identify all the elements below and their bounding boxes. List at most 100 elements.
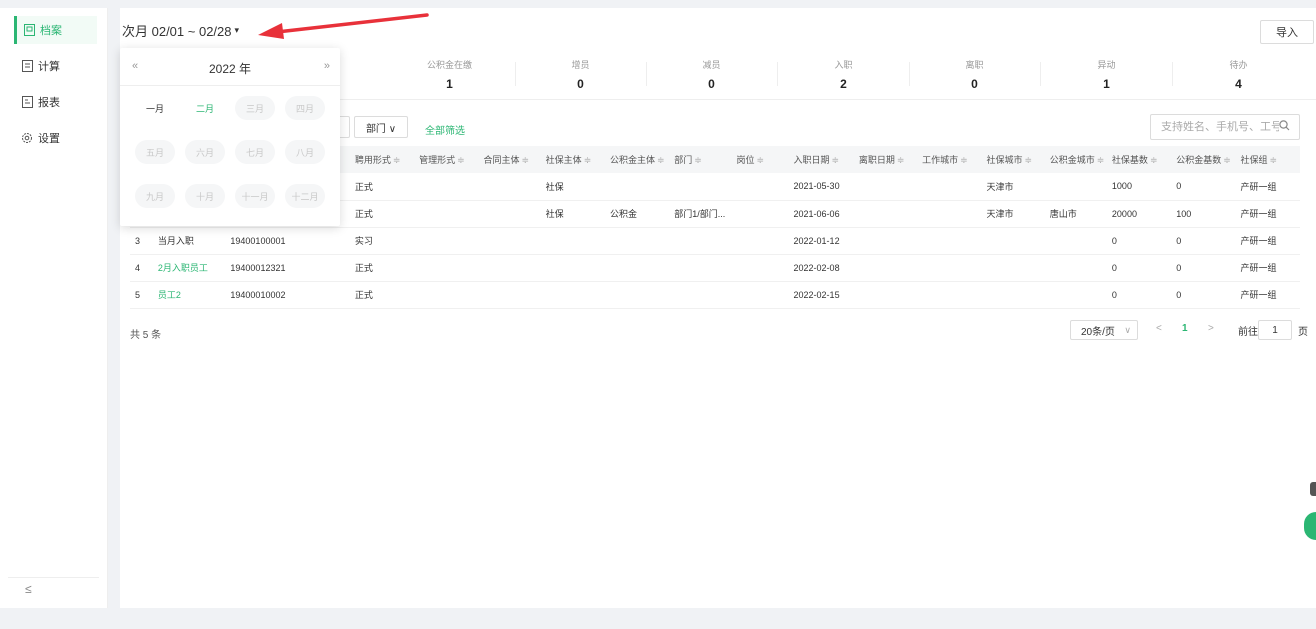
- header-work-city[interactable]: 工作城市 ≑: [917, 146, 981, 173]
- header-join-date[interactable]: 入职日期 ≑: [789, 146, 854, 173]
- month-option: 六月: [185, 140, 225, 164]
- cell-hf-city: [1045, 254, 1107, 281]
- sidebar-item-label: 报表: [38, 97, 60, 109]
- department-filter[interactable]: 部门 ∨: [354, 116, 408, 138]
- cell-hf-subject: [605, 254, 669, 281]
- sidebar-divider: [8, 577, 99, 578]
- cell-group: 产研一组: [1240, 236, 1277, 246]
- filter-select-partial[interactable]: [340, 116, 350, 138]
- stat-resign[interactable]: 离职 0: [909, 58, 1040, 91]
- stat-reduce[interactable]: 减员 0: [646, 58, 777, 91]
- sort-icon[interactable]: ≑: [457, 155, 465, 165]
- stat-housing-fund[interactable]: 公积金在缴 1: [384, 58, 515, 91]
- header-social-security-subject[interactable]: 社保主体 ≑: [541, 146, 605, 173]
- stat-value: 2: [840, 77, 847, 91]
- cell-leave-date: [854, 254, 917, 281]
- sort-icon[interactable]: ≑: [584, 155, 592, 165]
- stat-change[interactable]: 异动 1: [1041, 58, 1172, 91]
- header-housing-fund-base[interactable]: 公积金基数 ≑: [1171, 146, 1235, 173]
- month-picker-header: « 2022 年 »: [120, 48, 340, 86]
- cell-leave-date: [854, 200, 917, 227]
- report-icon: [20, 95, 34, 109]
- stat-label: 入职: [834, 60, 853, 70]
- page-size-label: 20条/页: [1081, 326, 1115, 338]
- header-label: 社保基数: [1111, 155, 1148, 165]
- sort-icon[interactable]: ≑: [1270, 155, 1278, 165]
- header-social-security-group[interactable]: 社保组 ≑: [1236, 146, 1300, 173]
- page-size-select[interactable]: 20条/页 ∨: [1070, 320, 1138, 340]
- month-option[interactable]: 一月: [135, 96, 175, 120]
- floating-tab[interactable]: [1310, 482, 1316, 496]
- header-post[interactable]: 岗位 ≑: [731, 146, 788, 173]
- all-filters-link[interactable]: 全部筛选: [425, 122, 465, 137]
- table-row[interactable]: 5 员工2 19400010002 正式 2022-02-15 0 0 产研一组: [130, 281, 1300, 308]
- header-label: 聘用形式: [354, 155, 391, 165]
- sort-icon[interactable]: ≑: [757, 155, 765, 165]
- sidebar-item-settings[interactable]: 设置: [12, 124, 107, 152]
- import-button[interactable]: 导入: [1260, 20, 1314, 44]
- sort-icon[interactable]: ≑: [1150, 155, 1158, 165]
- header-contract-subject[interactable]: 合同主体 ≑: [478, 146, 540, 173]
- cell-management-type: [414, 227, 478, 254]
- sort-icon[interactable]: ≑: [657, 155, 665, 165]
- cell-contract-subject: [478, 173, 540, 200]
- header-housing-fund-subject[interactable]: 公积金主体 ≑: [605, 146, 669, 173]
- sort-icon[interactable]: ≑: [521, 155, 529, 165]
- cell-name-link[interactable]: 员工2: [153, 281, 226, 308]
- cell-department: [669, 173, 731, 200]
- current-page[interactable]: 1: [1182, 323, 1188, 334]
- header-leave-date[interactable]: 离职日期 ≑: [854, 146, 917, 173]
- cell-management-type: [414, 200, 478, 227]
- month-option: 五月: [135, 140, 175, 164]
- table-row[interactable]: 3 当月入职 19400100001 实习 2022-01-12 0 0 产研一…: [130, 227, 1300, 254]
- cell-join-date: 2021-06-06: [793, 208, 840, 219]
- search-icon[interactable]: [1279, 120, 1290, 134]
- collapse-sidebar-icon[interactable]: ≤: [25, 582, 32, 596]
- period-selector[interactable]: 次月 02/01 ~ 02/28 ▾: [122, 21, 239, 40]
- table-row[interactable]: 4 2月入职员工 19400012321 正式 2022-02-08 0 0 产…: [130, 254, 1300, 281]
- header-social-security-city[interactable]: 社保城市 ≑: [981, 146, 1044, 173]
- cell-join-date: 2022-01-12: [793, 235, 840, 246]
- cell-group: 产研一组: [1240, 263, 1277, 273]
- caret-down-icon: ▾: [234, 25, 240, 35]
- header-social-security-base[interactable]: 社保基数 ≑: [1107, 146, 1171, 173]
- goto-page-input[interactable]: 1: [1258, 320, 1292, 340]
- cell-ss-city: [981, 281, 1044, 308]
- search-box[interactable]: [1150, 114, 1300, 140]
- sidebar-item-report[interactable]: 报表: [12, 88, 107, 116]
- header-management-type[interactable]: 管理形式 ≑: [414, 146, 478, 173]
- header-label: 社保主体: [545, 155, 582, 165]
- month-option: 十二月: [285, 184, 325, 208]
- header-label: 合同主体: [483, 155, 520, 165]
- prev-page-button[interactable]: <: [1156, 323, 1162, 334]
- sort-icon[interactable]: ≑: [960, 155, 968, 165]
- cell-ss-subject: [541, 254, 605, 281]
- sort-icon[interactable]: ≑: [1097, 155, 1105, 165]
- cell-post: [731, 254, 788, 281]
- sort-icon[interactable]: ≑: [393, 155, 401, 165]
- stat-onboard[interactable]: 入职 2: [778, 58, 909, 91]
- sort-icon[interactable]: ≑: [897, 155, 905, 165]
- period-label: 次月 02/01 ~ 02/28: [122, 24, 232, 39]
- sort-icon[interactable]: ≑: [694, 155, 702, 165]
- sort-icon[interactable]: ≑: [832, 155, 840, 165]
- sidebar-item-label: 计算: [38, 61, 60, 73]
- cell-name-link[interactable]: 2月入职员工: [153, 254, 226, 281]
- sidebar-item-calculate[interactable]: 计算: [12, 52, 107, 80]
- month-option[interactable]: 二月: [185, 96, 225, 120]
- stat-todo[interactable]: 待办 4: [1173, 58, 1304, 91]
- cell-join-date: 2022-02-15: [793, 289, 840, 300]
- search-input[interactable]: [1161, 121, 1279, 133]
- sidebar-item-archive[interactable]: 档案: [14, 16, 97, 44]
- cell-id: 19400100001: [230, 235, 286, 246]
- next-page-button[interactable]: >: [1208, 323, 1214, 334]
- header-housing-fund-city[interactable]: 公积金城市 ≑: [1045, 146, 1107, 173]
- cell-contract-subject: [478, 254, 540, 281]
- cell-ss-subject: [541, 281, 605, 308]
- sort-icon[interactable]: ≑: [1223, 155, 1231, 165]
- sort-icon[interactable]: ≑: [1024, 155, 1032, 165]
- header-department[interactable]: 部门 ≑: [669, 146, 731, 173]
- stat-add[interactable]: 增员 0: [515, 58, 646, 91]
- next-year-button[interactable]: »: [324, 60, 330, 72]
- header-hire-type[interactable]: 聘用形式 ≑: [350, 146, 414, 173]
